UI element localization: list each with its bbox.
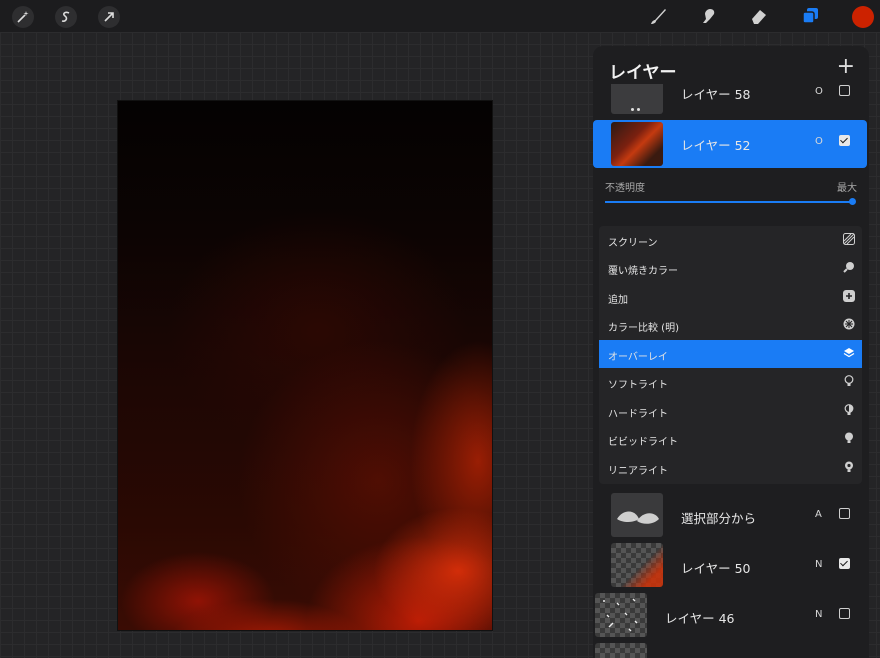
opacity-slider[interactable] xyxy=(605,201,853,203)
add-layer-button[interactable]: + xyxy=(837,54,855,79)
artwork-canvas[interactable] xyxy=(117,100,493,631)
blend-mode-letter[interactable]: A xyxy=(815,509,822,520)
selection-icon[interactable] xyxy=(55,6,77,28)
visibility-checkbox[interactable] xyxy=(839,508,850,519)
magnifier-icon xyxy=(843,262,854,273)
eraser-icon[interactable] xyxy=(748,5,770,27)
layer-row[interactable]: 選択部分から A xyxy=(593,493,869,541)
layer-thumbnail xyxy=(611,493,663,537)
visibility-checkbox[interactable] xyxy=(839,135,850,146)
layer-row[interactable]: レイヤー 50 N xyxy=(593,543,869,591)
blend-mode-letter[interactable]: O xyxy=(815,136,823,147)
layers-icon[interactable] xyxy=(800,5,822,27)
top-toolbar xyxy=(0,0,880,32)
panel-title: レイヤー xyxy=(609,63,677,83)
blend-mode-letter[interactable]: O xyxy=(815,86,823,97)
layer-thumbnail xyxy=(611,84,663,114)
layer-name: レイヤー 52 xyxy=(681,138,751,153)
smudge-icon[interactable] xyxy=(697,5,719,27)
brush-icon[interactable] xyxy=(647,5,669,27)
blend-mode-item[interactable]: スクリーン xyxy=(599,226,862,254)
layer-name: レイヤー 58 xyxy=(681,87,751,102)
transform-icon[interactable] xyxy=(98,6,120,28)
compare-circle-icon xyxy=(843,318,855,330)
layer-thumbnail xyxy=(595,593,647,637)
plus-square-icon xyxy=(843,290,855,302)
layer-thumbnail xyxy=(611,122,663,166)
blend-mode-letter[interactable]: N xyxy=(815,559,822,570)
blend-mode-item[interactable]: ビビッドライト xyxy=(599,425,862,453)
bulb-dark-icon xyxy=(845,461,853,472)
blend-mode-item[interactable]: 追加 xyxy=(599,283,862,311)
bulb-half-icon xyxy=(844,404,854,415)
opacity-slider-knob[interactable] xyxy=(849,198,856,205)
opacity-label: 不透明度 xyxy=(605,183,645,194)
visibility-checkbox[interactable] xyxy=(839,558,850,569)
visibility-checkbox[interactable] xyxy=(839,85,850,96)
blend-mode-item[interactable]: ハードライト xyxy=(599,397,862,425)
bulb-filled-icon xyxy=(845,432,853,443)
blend-mode-item[interactable]: ソフトライト xyxy=(599,368,862,396)
layer-thumbnail xyxy=(595,643,647,658)
layer-name: レイヤー 46 xyxy=(665,611,735,626)
blend-mode-list: スクリーン 覆い焼きカラー 追加 カラー比較 (明) オーバーレイ ソフトライト… xyxy=(599,226,862,484)
opacity-max-label: 最大 xyxy=(837,183,857,194)
layer-row[interactable]: レイヤー 46 N xyxy=(593,593,869,641)
blend-mode-item[interactable]: リニアライト xyxy=(599,454,862,482)
bulb-outline-icon xyxy=(844,375,854,386)
magic-wand-icon[interactable] xyxy=(12,6,34,28)
layer-row[interactable]: レイヤー 58 O xyxy=(593,84,869,114)
blend-mode-letter[interactable]: N xyxy=(815,609,822,620)
layer-thumbnail xyxy=(611,543,663,587)
blend-mode-item[interactable]: 覆い焼きカラー xyxy=(599,254,862,282)
visibility-checkbox[interactable] xyxy=(839,608,850,619)
layer-name: 選択部分から xyxy=(681,511,757,526)
layer-name: レイヤー 50 xyxy=(681,561,751,576)
layer-row[interactable] xyxy=(593,643,869,658)
layers-stack-icon xyxy=(843,348,855,358)
current-color-swatch[interactable] xyxy=(852,6,874,28)
layers-panel: レイヤー + レイヤー 58 O レイヤー 52 O 不透明度 最大 スクリーン… xyxy=(593,46,869,658)
blend-mode-item[interactable]: カラー比較 (明) xyxy=(599,311,862,339)
blend-mode-item[interactable]: オーバーレイ xyxy=(599,340,862,368)
selected-layer-row[interactable]: レイヤー 52 O xyxy=(593,120,867,168)
diagonal-lines-icon xyxy=(843,233,855,245)
